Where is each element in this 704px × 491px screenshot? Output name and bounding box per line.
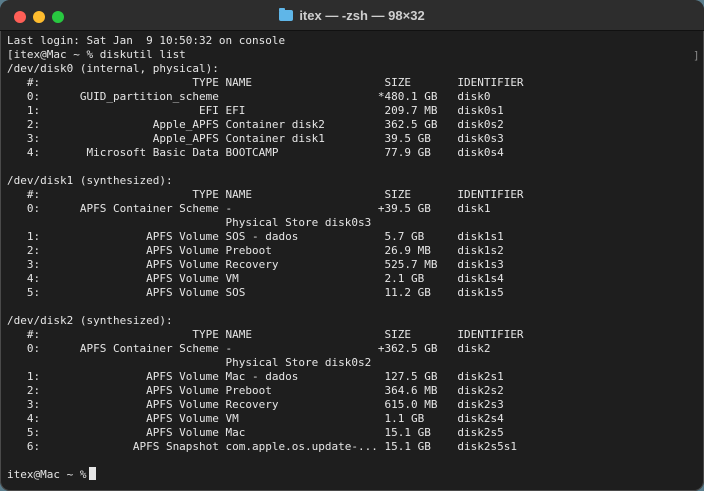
terminal-line: 4: Microsoft Basic Data BOOTCAMP 77.9 GB… <box>7 146 504 159</box>
terminal-line: 0: GUID_partition_scheme *480.1 GB disk0 <box>7 90 491 103</box>
terminal-line: 0: APFS Container Scheme - +362.5 GB dis… <box>7 342 491 355</box>
terminal-window: itex — -zsh — 98×32 Last login: Sat Jan … <box>0 0 704 491</box>
terminal-line: 5: APFS Volume SOS 11.2 GB disk1s5 <box>7 286 504 299</box>
terminal-line: /dev/disk2 (synthesized): <box>7 314 173 327</box>
terminal-line: Physical Store disk0s2 <box>7 356 372 369</box>
terminal-line: /dev/disk1 (synthesized): <box>7 174 173 187</box>
terminal-line: 4: APFS Volume VM 1.1 GB disk2s4 <box>7 412 504 425</box>
title-bar[interactable]: itex — -zsh — 98×32 <box>0 0 704 31</box>
text-cursor <box>89 467 97 480</box>
terminal-line: 1: APFS Volume Mac - dados 127.5 GB disk… <box>7 370 504 383</box>
terminal-line: 3: APFS Volume Recovery 525.7 MB disk1s3 <box>7 258 504 271</box>
prompt-text: itex@Mac ~ % <box>7 468 87 481</box>
scroll-marker: ] <box>693 49 700 62</box>
window-title-text: itex — -zsh — 98×32 <box>299 7 425 23</box>
terminal-line: 0: APFS Container Scheme - +39.5 GB disk… <box>7 202 491 215</box>
terminal-line: 4: APFS Volume VM 2.1 GB disk1s4 <box>7 272 504 285</box>
terminal-output[interactable]: Last login: Sat Jan 9 10:50:32 on consol… <box>7 34 694 487</box>
terminal-line: 2: APFS Volume Preboot 364.6 MB disk2s2 <box>7 384 504 397</box>
terminal-line: #: TYPE NAME SIZE IDENTIFIER <box>7 328 524 341</box>
folder-icon <box>279 7 294 21</box>
terminal-line: #: TYPE NAME SIZE IDENTIFIER <box>7 76 524 89</box>
terminal-line: 1: EFI EFI 209.7 MB disk0s1 <box>7 104 504 117</box>
terminal-line: Physical Store disk0s3 <box>7 216 372 229</box>
terminal-line: 3: Apple_APFS Container disk1 39.5 GB di… <box>7 132 504 145</box>
terminal-line: 6: APFS Snapshot com.apple.os.update-...… <box>7 440 517 453</box>
terminal-line: Last login: Sat Jan 9 10:50:32 on consol… <box>7 34 286 47</box>
terminal-line: 3: APFS Volume Recovery 615.0 MB disk2s3 <box>7 398 504 411</box>
terminal-line: 1: APFS Volume SOS - dados 5.7 GB disk1s… <box>7 230 504 243</box>
terminal-line: /dev/disk0 (internal, physical): <box>7 62 219 75</box>
terminal-line: #: TYPE NAME SIZE IDENTIFIER <box>7 188 524 201</box>
terminal-line: [itex@Mac ~ % diskutil list <box>7 48 186 61</box>
terminal-line: 2: Apple_APFS Container disk2 362.5 GB d… <box>7 118 504 131</box>
prompt-line[interactable]: itex@Mac ~ % <box>7 467 97 482</box>
terminal-line: 2: APFS Volume Preboot 26.9 MB disk1s2 <box>7 244 504 257</box>
terminal-line: 5: APFS Volume Mac 15.1 GB disk2s5 <box>7 426 504 439</box>
window-title: itex — -zsh — 98×32 <box>0 0 704 30</box>
